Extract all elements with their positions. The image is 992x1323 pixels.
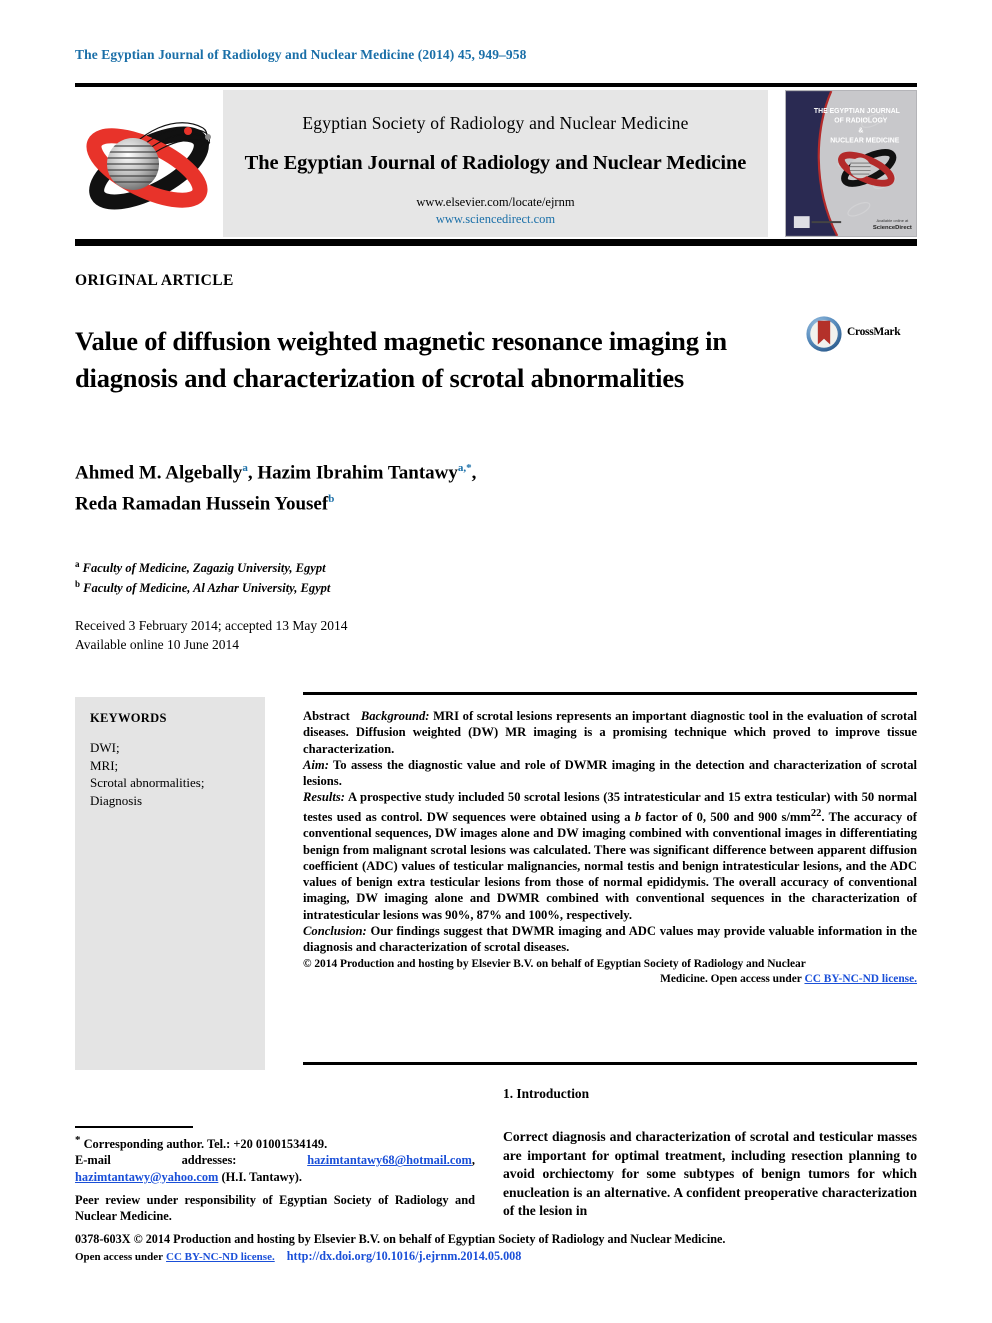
affiliation-a-text: Faculty of Medicine, Zagazig University,…	[82, 561, 326, 576]
svg-text:NUCLEAR MEDICINE: NUCLEAR MEDICINE	[830, 137, 900, 144]
keywords-heading: KEYWORDS	[90, 711, 167, 725]
abstract-results: Results: A prospective study included 50…	[303, 789, 917, 923]
legal-footer: 0378-603X © 2014 Production and hosting …	[75, 1231, 920, 1266]
abstract-conclusion: Conclusion: Our findings suggest that DW…	[303, 923, 917, 956]
author-affil-marker: a	[242, 462, 248, 474]
corresponding-author-text: Corresponding author. Tel.: +20 01001534…	[83, 1137, 328, 1152]
affiliation-b: b Faculty of Medicine, Al Azhar Universi…	[75, 576, 675, 596]
abstract-conclusion-text: Our findings suggest that DWMR imaging a…	[303, 924, 918, 955]
copyright-lead: © 2014 Production and hosting by Elsevie…	[303, 957, 806, 970]
running-head: The Egyptian Journal of Radiology and Nu…	[75, 47, 527, 62]
corresponding-author-note: * Corresponding author. Tel.: +20 010015…	[75, 1132, 475, 1152]
svg-text:&: &	[858, 127, 863, 134]
crossmark-label: CrossMark	[847, 326, 901, 338]
svg-text:OF RADIOLOGY: OF RADIOLOGY	[834, 118, 888, 125]
society-name: Egyptian Society of Radiology and Nuclea…	[302, 113, 689, 133]
open-access-line: Open access under CC BY-NC-ND license. h…	[75, 1248, 920, 1266]
orbit-sphere-logo-icon	[75, 92, 223, 236]
abstract-aim-text: To assess the diagnostic value and role …	[303, 757, 917, 789]
abstract-aim-label: Aim:	[303, 757, 329, 772]
affiliation-a: a Faculty of Medicine, Zagazig Universit…	[75, 556, 675, 576]
abstract-aim: Aim: To assess the diagnostic value and …	[303, 757, 917, 790]
abstract-results-superscript: 22	[810, 807, 822, 819]
abstract-top-rule	[303, 692, 917, 695]
available-online-date: Available online 10 June 2014	[75, 637, 239, 652]
keyword-item: Diagnosis	[90, 792, 142, 808]
abstract-results-label: Results:	[303, 790, 345, 805]
email-separator: ,	[471, 1153, 475, 1168]
received-date: Received 3 February 2014; accepted 13 Ma…	[75, 618, 348, 633]
abstract-bottom-rule	[303, 1062, 917, 1065]
abstract-results-text-3: . The accuracy of conventional sequences…	[303, 809, 917, 922]
author-name-3: Reda Ramadan Hussein Yousef	[75, 493, 329, 515]
cc-license-link[interactable]: CC BY-NC-ND license.	[804, 973, 917, 985]
elsevier-url[interactable]: www.elsevier.com/locate/ejrnm	[223, 195, 768, 210]
page-title: Value of diffusion weighted magnetic res…	[75, 325, 727, 393]
article-page: The Egyptian Journal of Radiology and Nu…	[0, 0, 992, 1323]
author-list: Ahmed M. Algeballya, Hazim Ibrahim Tanta…	[75, 462, 477, 515]
keyword-item: MRI;	[90, 757, 119, 773]
svg-text:Available online at: Available online at	[876, 218, 909, 223]
svg-text:ScienceDirect: ScienceDirect	[873, 225, 912, 231]
email-addresses-note: E-mail addresses: hazimtantawy68@hotmail…	[75, 1152, 475, 1185]
introduction-text: Correct diagnosis and characterization o…	[503, 1129, 917, 1219]
article-dates: Received 3 February 2014; accepted 13 Ma…	[75, 616, 348, 654]
header-top-rule	[75, 83, 917, 87]
issn-copyright-line: 0378-603X © 2014 Production and hosting …	[75, 1232, 726, 1246]
peer-review-note: Peer review under responsibility of Egyp…	[75, 1193, 475, 1224]
abstract-background-label: Background:	[360, 709, 430, 723]
journal-header-band: Egyptian Society of Radiology and Nuclea…	[75, 90, 917, 238]
abstract-background: Abstract Background: MRI of scrotal lesi…	[303, 708, 917, 757]
journal-name: The Egyptian Journal of Radiology and Nu…	[244, 152, 747, 174]
footnote-separator-rule	[75, 1126, 193, 1128]
doi-link[interactable]: http://dx.doi.org/10.1016/j.ejrnm.2014.0…	[287, 1249, 522, 1263]
author-name-2: Hazim Ibrahim Tantawy	[257, 462, 458, 484]
sciencedirect-url[interactable]: www.sciencedirect.com	[223, 212, 768, 227]
abstract-results-text-2: factor of 0, 500 and 900 s/mm	[645, 809, 811, 824]
b-factor-symbol: b	[634, 809, 642, 824]
keyword-item: Scrotal abnormalities;	[90, 775, 205, 790]
email-link-2[interactable]: hazimtantawy@yahoo.com	[75, 1170, 218, 1184]
footnote-block: * Corresponding author. Tel.: +20 010015…	[75, 1132, 475, 1225]
email-owner: (H.I. Tantawy).	[221, 1169, 303, 1184]
author-affil-marker: b	[328, 493, 335, 506]
affiliation-list: a Faculty of Medicine, Zagazig Universit…	[75, 556, 675, 596]
abstract-body: Abstract Background: MRI of scrotal lesi…	[303, 708, 917, 987]
journal-title-block: Egyptian Society of Radiology and Nuclea…	[223, 90, 768, 237]
abstract-conclusion-label: Conclusion:	[303, 924, 367, 939]
journal-cover-thumbnail: THE EGYPTIAN JOURNAL OF RADIOLOGY & NUCL…	[785, 90, 917, 237]
email-label: E-mail addresses:	[75, 1153, 237, 1168]
header-bottom-rule	[75, 239, 917, 246]
author-name-1: Ahmed M. Algebally	[75, 462, 243, 484]
abstract-label: Abstract	[303, 709, 350, 723]
affil-marker-a: a	[75, 559, 80, 569]
svg-text:THE EGYPTIAN JOURNAL: THE EGYPTIAN JOURNAL	[814, 108, 900, 115]
introduction-paragraph: Correct diagnosis and characterization o…	[503, 1128, 917, 1221]
cc-license-link-footer[interactable]: CC BY-NC-ND license.	[166, 1251, 275, 1263]
keywords-list: DWI; MRI; Scrotal abnormalities; Diagnos…	[90, 739, 265, 809]
section-heading-introduction: 1. Introduction	[503, 1086, 590, 1101]
keyword-item: DWI;	[90, 740, 120, 755]
keywords-box: KEYWORDS DWI; MRI; Scrotal abnormalities…	[75, 697, 265, 1070]
affiliation-b-text: Faculty of Medicine, Al Azhar University…	[83, 581, 331, 596]
article-type-label: ORIGINAL ARTICLE	[75, 272, 234, 289]
copyright-tail: Medicine. Open access under	[660, 972, 802, 985]
email-link-1[interactable]: hazimtantawy68@hotmail.com	[307, 1153, 472, 1167]
crossmark-badge-icon[interactable]: CrossMark	[805, 315, 917, 355]
open-access-label: Open access under	[75, 1251, 163, 1263]
author-affil-marker: a,*	[457, 462, 472, 474]
abstract-copyright: © 2014 Production and hosting by Elsevie…	[303, 957, 917, 987]
affil-marker-b: b	[75, 579, 81, 590]
footnote-star-marker: *	[75, 1134, 81, 1146]
